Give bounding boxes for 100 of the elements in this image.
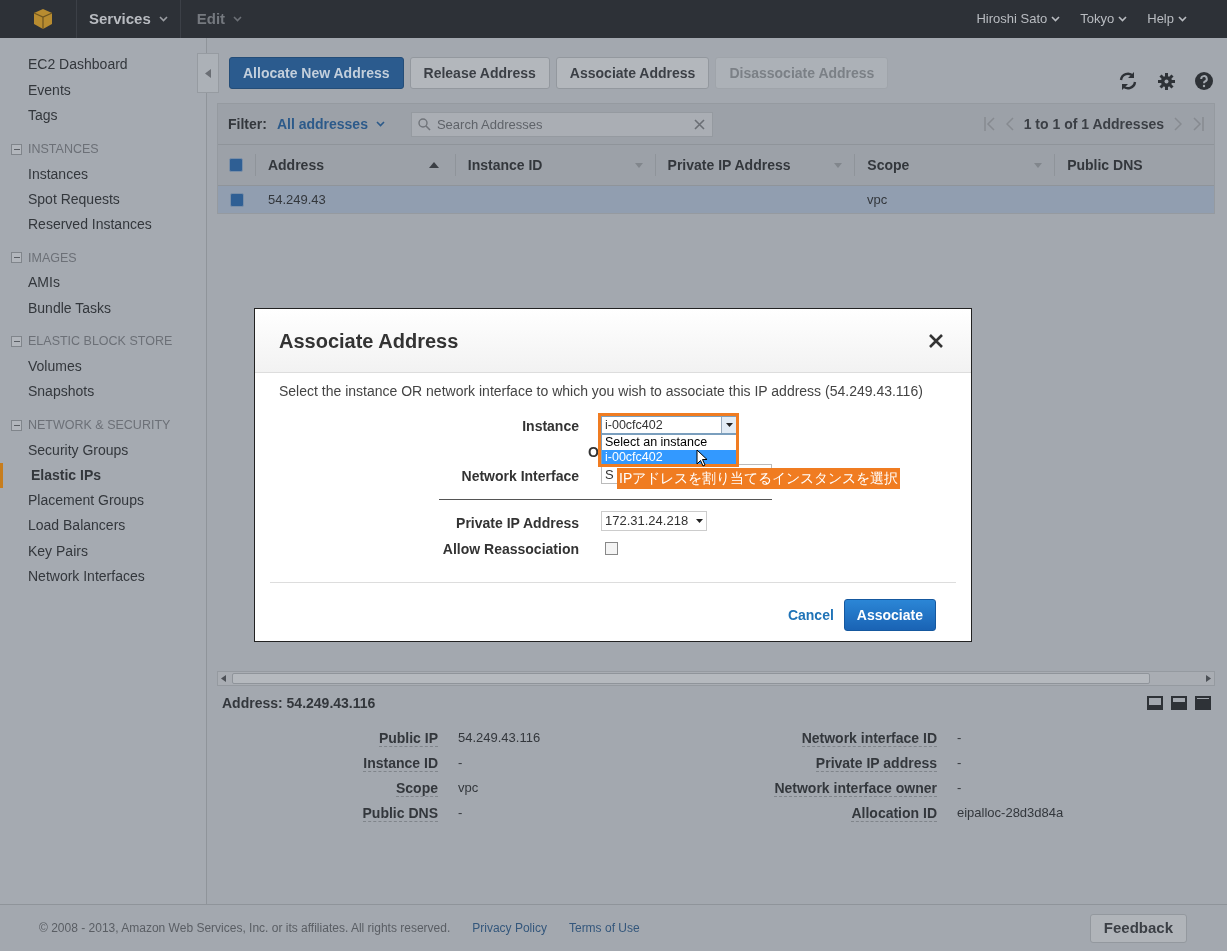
- column-header[interactable]: Address: [254, 154, 455, 176]
- sidebar-item[interactable]: Elastic IPs: [0, 462, 170, 489]
- filter-dropdown[interactable]: All addresses: [276, 113, 385, 135]
- section-heading: IMAGES: [28, 249, 77, 267]
- sidebar-item[interactable]: Tags: [0, 103, 170, 129]
- scroll-right-icon[interactable]: [1206, 675, 1211, 682]
- associate-button[interactable]: Associate: [843, 599, 936, 631]
- collapse-icon[interactable]: [11, 252, 22, 264]
- services-menu[interactable]: Services: [89, 7, 168, 31]
- user-menu[interactable]: Hiroshi Sato: [976, 9, 1061, 29]
- footer-link[interactable]: Terms of Use: [568, 919, 640, 937]
- triangle-left-icon: [205, 68, 211, 78]
- region-menu[interactable]: Tokyo: [1080, 9, 1128, 29]
- field-label: Private IP Address: [456, 515, 579, 531]
- section-heading: INSTANCES: [28, 140, 99, 158]
- caret-icon: [1051, 16, 1061, 22]
- checkbox[interactable]: [229, 158, 244, 172]
- toolbar-button[interactable]: Associate Address: [555, 57, 710, 89]
- dropdown-arrow-icon: [696, 519, 704, 523]
- detail-label: Network interface ID: [801, 728, 937, 747]
- annotation-label: IPアドレスを割り当てるインスタンスを選択: [617, 468, 901, 489]
- sidebar-item[interactable]: Spot Requests: [0, 186, 170, 213]
- field-label: Instance: [522, 418, 579, 434]
- caret-icon: [375, 121, 385, 127]
- cube-logo-icon: [32, 8, 54, 30]
- detail-value: -: [458, 755, 463, 770]
- detail-label: Scope: [396, 778, 438, 797]
- toolbar-button[interactable]: Release Address: [409, 57, 550, 89]
- sidebar-item[interactable]: Volumes: [0, 354, 170, 380]
- private-ip-select[interactable]: 172.31.24.218: [601, 511, 707, 531]
- settings-icon[interactable]: [1158, 72, 1175, 90]
- detail-label: Network interface owner: [774, 778, 937, 797]
- sidebar-item[interactable]: Snapshots: [0, 379, 170, 405]
- feedback-button[interactable]: Feedback: [1089, 913, 1187, 943]
- column-header[interactable]: Public DNS: [1054, 154, 1214, 176]
- close-icon[interactable]: [929, 333, 943, 348]
- sidebar-item[interactable]: Load Balancers: [0, 513, 170, 539]
- table-row[interactable]: 54.249.43 vpc: [218, 186, 1214, 213]
- refresh-icon[interactable]: [1118, 72, 1138, 90]
- toolbar-button[interactable]: Allocate New Address: [229, 57, 404, 89]
- detail-label: Instance ID: [363, 753, 438, 772]
- sidebar-item[interactable]: Events: [0, 77, 170, 103]
- sidebar-item[interactable]: AMIs: [0, 270, 170, 296]
- section-heading: NETWORK & SECURITY: [28, 416, 171, 434]
- detail-value: -: [458, 805, 463, 820]
- column-header[interactable]: Private IP Address: [654, 154, 855, 176]
- detail-label: Public IP: [378, 728, 438, 747]
- filter-label: Filter:: [228, 114, 267, 134]
- instance-select[interactable]: i-00cfc402: [601, 416, 737, 434]
- search-field[interactable]: Search Addresses: [410, 111, 713, 137]
- detail-label: Allocation ID: [851, 803, 937, 822]
- help-icon[interactable]: [1195, 72, 1213, 90]
- collapse-sidebar-button[interactable]: [197, 53, 219, 93]
- section-heading: ELASTIC BLOCK STORE: [28, 333, 173, 351]
- field-label: Network Interface: [461, 468, 579, 484]
- checkbox[interactable]: [229, 192, 244, 207]
- detail-value: 54.249.43.116: [458, 730, 541, 745]
- caret-icon: [158, 16, 168, 22]
- column-header[interactable]: Instance ID: [454, 154, 655, 176]
- footer-link[interactable]: Privacy Policy: [472, 919, 547, 937]
- detail-value: eipalloc-28d3d84a: [957, 805, 1064, 820]
- table-cell: 54.249.43: [268, 191, 326, 207]
- detail-value: -: [957, 730, 962, 745]
- column-header[interactable]: Scope: [854, 154, 1055, 176]
- collapse-icon[interactable]: [11, 419, 22, 431]
- sidebar-item[interactable]: Network Interfaces: [0, 564, 170, 590]
- collapse-icon[interactable]: [11, 143, 22, 155]
- field-label: Allow Reassociation: [442, 541, 579, 557]
- dialog-title: Associate Address: [279, 328, 459, 354]
- detail-label: Public DNS: [362, 803, 438, 822]
- detail-label: Private IP address: [815, 753, 937, 772]
- dialog-description: Select the instance OR network interface to which you wish to associate this IP address (54.249.43.116): [279, 383, 923, 399]
- reassociation-checkbox[interactable]: [605, 542, 618, 555]
- edit-menu[interactable]: Edit: [196, 7, 243, 31]
- sidebar-item[interactable]: EC2 Dashboard: [0, 52, 170, 78]
- pane-layout-icon[interactable]: [1147, 696, 1163, 710]
- dropdown-arrow-icon: [725, 423, 733, 427]
- pane-layout-icon[interactable]: [1171, 696, 1187, 710]
- horizontal-scrollbar[interactable]: [217, 671, 1215, 686]
- sidebar-item[interactable]: Placement Groups: [0, 488, 170, 514]
- search-icon: [417, 117, 431, 131]
- caret-icon: [233, 16, 243, 22]
- sidebar-item[interactable]: Reserved Instances: [0, 212, 170, 238]
- table-cell: vpc: [867, 191, 888, 207]
- scroll-left-icon[interactable]: [221, 675, 226, 682]
- sidebar-item[interactable]: Instances: [0, 161, 170, 187]
- pagination-text: 1 to 1 of 1 Addresses: [1023, 114, 1164, 134]
- pane-layout-icon[interactable]: [1195, 696, 1211, 710]
- collapse-icon[interactable]: [11, 336, 22, 347]
- copyright-text: © 2008 - 2013, Amazon Web Services, Inc. or its affiliates. All rights reserved.: [39, 920, 451, 937]
- help-menu[interactable]: Help: [1147, 9, 1187, 29]
- sidebar-item[interactable]: Key Pairs: [0, 538, 170, 565]
- sidebar-item[interactable]: Bundle Tasks: [0, 295, 170, 321]
- or-text: O: [588, 444, 599, 460]
- cancel-link[interactable]: Cancel: [787, 604, 834, 626]
- details-title: Address: 54.249.43.116: [221, 693, 376, 713]
- detail-value: -: [957, 755, 962, 770]
- sidebar-item[interactable]: Security Groups: [0, 437, 170, 463]
- dropdown-option[interactable]: Select an instance: [602, 435, 736, 450]
- detail-value: -: [957, 780, 962, 795]
